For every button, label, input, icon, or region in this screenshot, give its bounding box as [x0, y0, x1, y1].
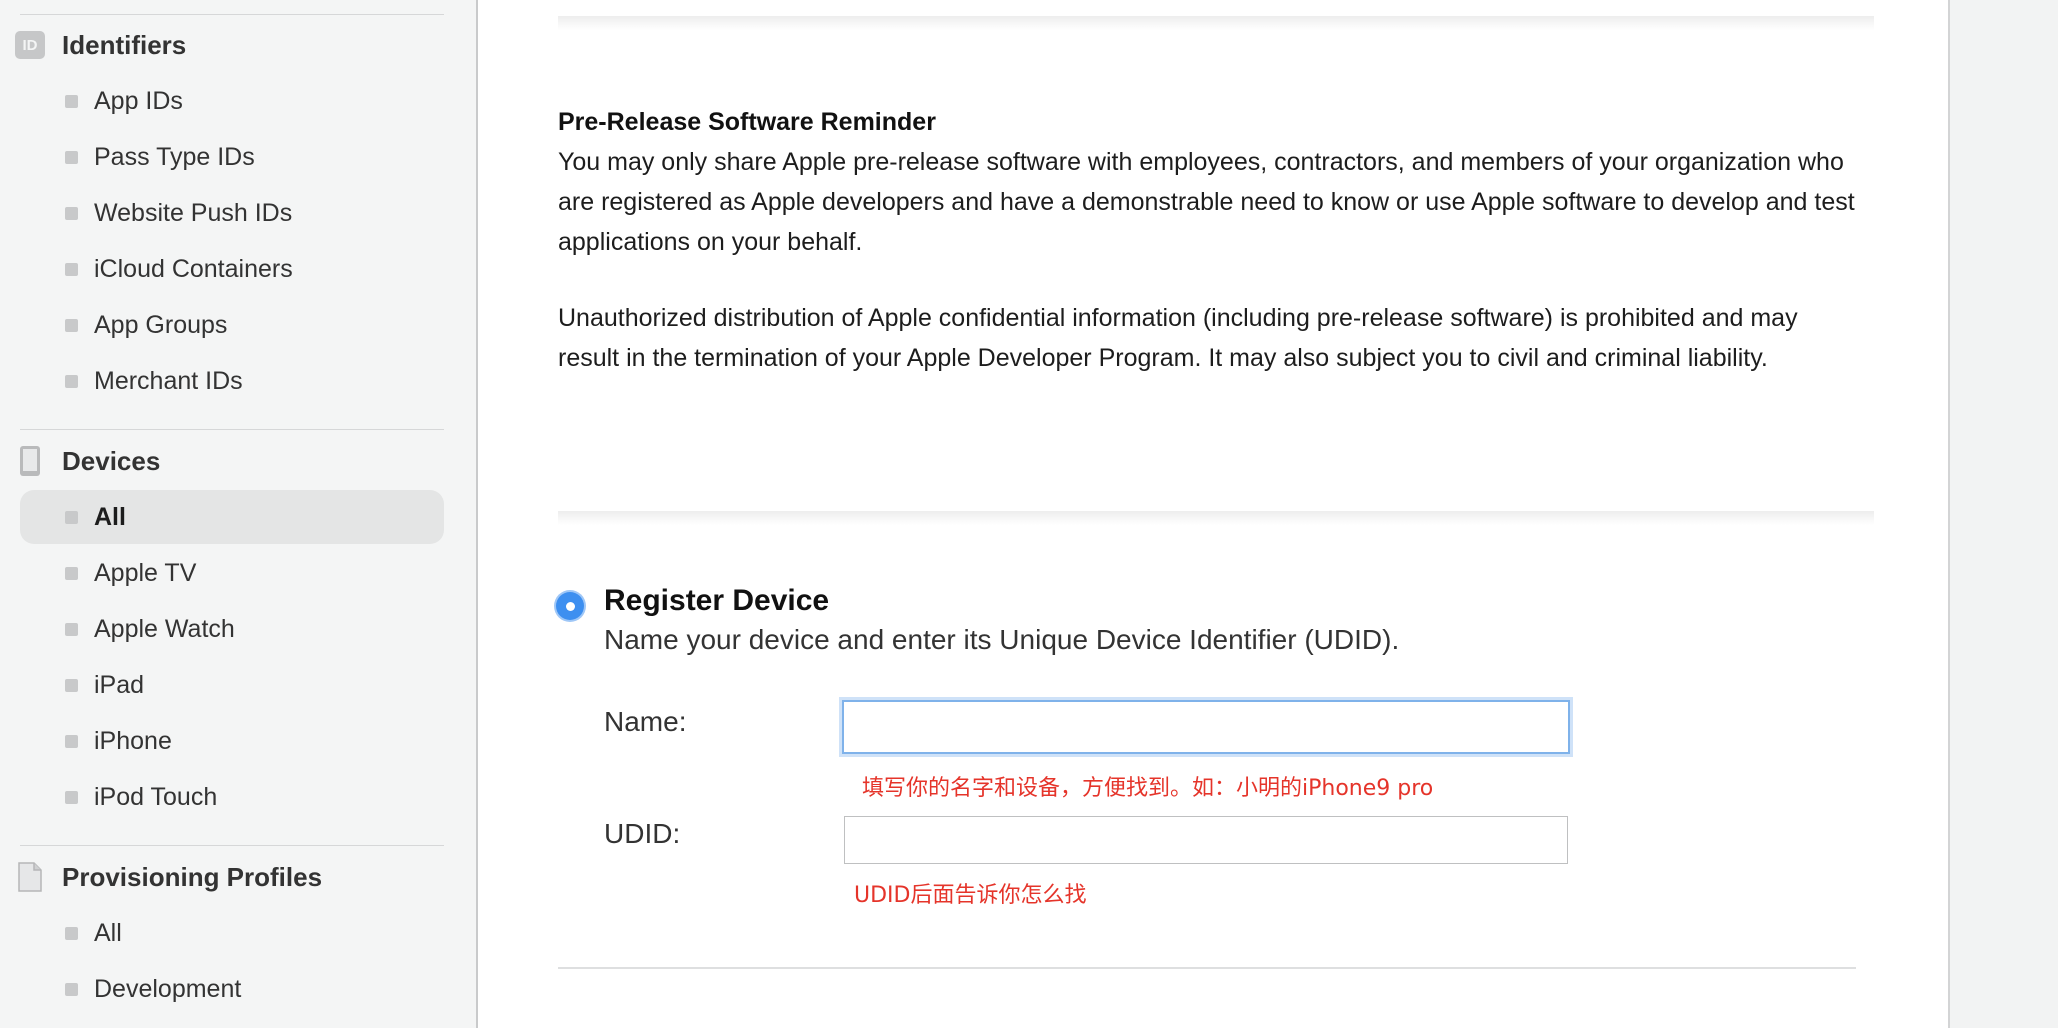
sidebar-item-website-push-ids[interactable]: Website Push IDs — [20, 186, 444, 240]
sidebar-item-pass-type-ids[interactable]: Pass Type IDs — [20, 130, 444, 184]
sidebar-item-label: Website Push IDs — [94, 198, 293, 227]
bullet-icon — [65, 566, 78, 580]
sidebar-section-label: Devices — [62, 445, 161, 476]
name-label: Name: — [604, 706, 687, 737]
sidebar-item-label: iCloud Containers — [94, 254, 293, 283]
radio-dot-icon — [565, 601, 575, 611]
sidebar-item-label: Merchant IDs — [94, 366, 243, 395]
sidebar-item-apple-watch[interactable]: Apple Watch — [20, 602, 444, 656]
main-panel: Pre-Release Software Reminder You may on… — [478, 0, 1948, 1028]
sidebar-section-label: Identifiers — [62, 29, 187, 60]
sidebar-item-merchant-ids[interactable]: Merchant IDs — [20, 354, 444, 408]
sidebar-section-devices[interactable]: Devices — [15, 441, 160, 481]
udid-input[interactable] — [844, 816, 1568, 864]
sidebar-item-app-groups[interactable]: App Groups — [20, 298, 444, 352]
section-divider — [558, 16, 1874, 30]
sidebar-item-devices-all[interactable]: All — [20, 490, 444, 544]
sidebar-item-label: Apple TV — [94, 558, 197, 587]
sidebar-item-label: All — [94, 918, 122, 947]
register-device-subtitle: Name your device and enter its Unique De… — [604, 624, 1400, 655]
sidebar-item-label: App IDs — [94, 86, 183, 115]
bullet-icon — [65, 318, 78, 332]
bullet-icon — [65, 262, 78, 276]
name-hint: 填写你的名字和设备，方便找到。如：小明的iPhone9 pro — [862, 776, 1434, 801]
sidebar-item-label: All — [94, 502, 126, 531]
sidebar-divider — [20, 845, 444, 846]
sidebar-divider — [20, 429, 444, 430]
sidebar-item-label: iPad — [94, 670, 145, 699]
id-badge-icon: ID — [15, 30, 45, 60]
bullet-icon — [65, 206, 78, 220]
section-divider — [558, 511, 1874, 525]
sidebar-item-apple-tv[interactable]: Apple TV — [20, 546, 444, 600]
sidebar-section-identifiers[interactable]: ID Identifiers — [15, 25, 186, 65]
sidebar-item-app-ids[interactable]: App IDs — [20, 74, 444, 128]
device-phone-icon — [15, 446, 45, 476]
sidebar-item-ipod-touch[interactable]: iPod Touch — [20, 770, 444, 824]
sidebar: ID Identifiers App IDs Pass Type IDs Web… — [0, 0, 478, 1028]
bullet-icon — [65, 678, 78, 692]
sidebar-item-icloud-containers[interactable]: iCloud Containers — [20, 242, 444, 296]
bullet-icon — [65, 926, 78, 940]
sidebar-item-label: App Groups — [94, 310, 228, 339]
register-device-title: Register Device — [604, 584, 830, 617]
sidebar-item-ipad[interactable]: iPad — [20, 658, 444, 712]
sidebar-item-label: iPod Touch — [94, 782, 218, 811]
udid-label: UDID: — [604, 818, 681, 849]
sidebar-item-profiles-all[interactable]: All — [20, 906, 444, 960]
sidebar-item-label: Apple Watch — [94, 614, 235, 643]
sidebar-item-label: iPhone — [94, 726, 172, 755]
name-input[interactable] — [842, 700, 1570, 754]
bullet-icon — [65, 94, 78, 108]
reminder-paragraph-2: Unauthorized distribution of Apple confi… — [558, 304, 1798, 372]
sidebar-divider — [20, 14, 444, 15]
reminder-title: Pre-Release Software Reminder — [558, 108, 936, 136]
bullet-icon — [65, 622, 78, 636]
bullet-icon — [65, 982, 78, 996]
reminder-paragraph-1: You may only share Apple pre-release sof… — [558, 148, 1855, 256]
bullet-icon — [65, 374, 78, 388]
udid-hint: UDID后面告诉你怎么找 — [854, 883, 1087, 908]
sidebar-section-provisioning-profiles[interactable]: Provisioning Profiles — [15, 857, 322, 897]
sidebar-section-label: Provisioning Profiles — [62, 861, 323, 892]
sidebar-item-label: Development — [94, 974, 242, 1003]
right-gutter — [1948, 0, 2058, 1028]
sidebar-item-label: Pass Type IDs — [94, 142, 255, 171]
sidebar-item-iphone[interactable]: iPhone — [20, 714, 444, 768]
register-device-radio[interactable] — [556, 592, 584, 620]
sidebar-item-profiles-development[interactable]: Development — [20, 962, 444, 1016]
bullet-icon — [65, 150, 78, 164]
bullet-icon — [65, 510, 78, 524]
bullet-icon — [65, 734, 78, 748]
document-icon — [15, 862, 45, 892]
bullet-icon — [65, 790, 78, 804]
form-divider — [558, 967, 1856, 969]
